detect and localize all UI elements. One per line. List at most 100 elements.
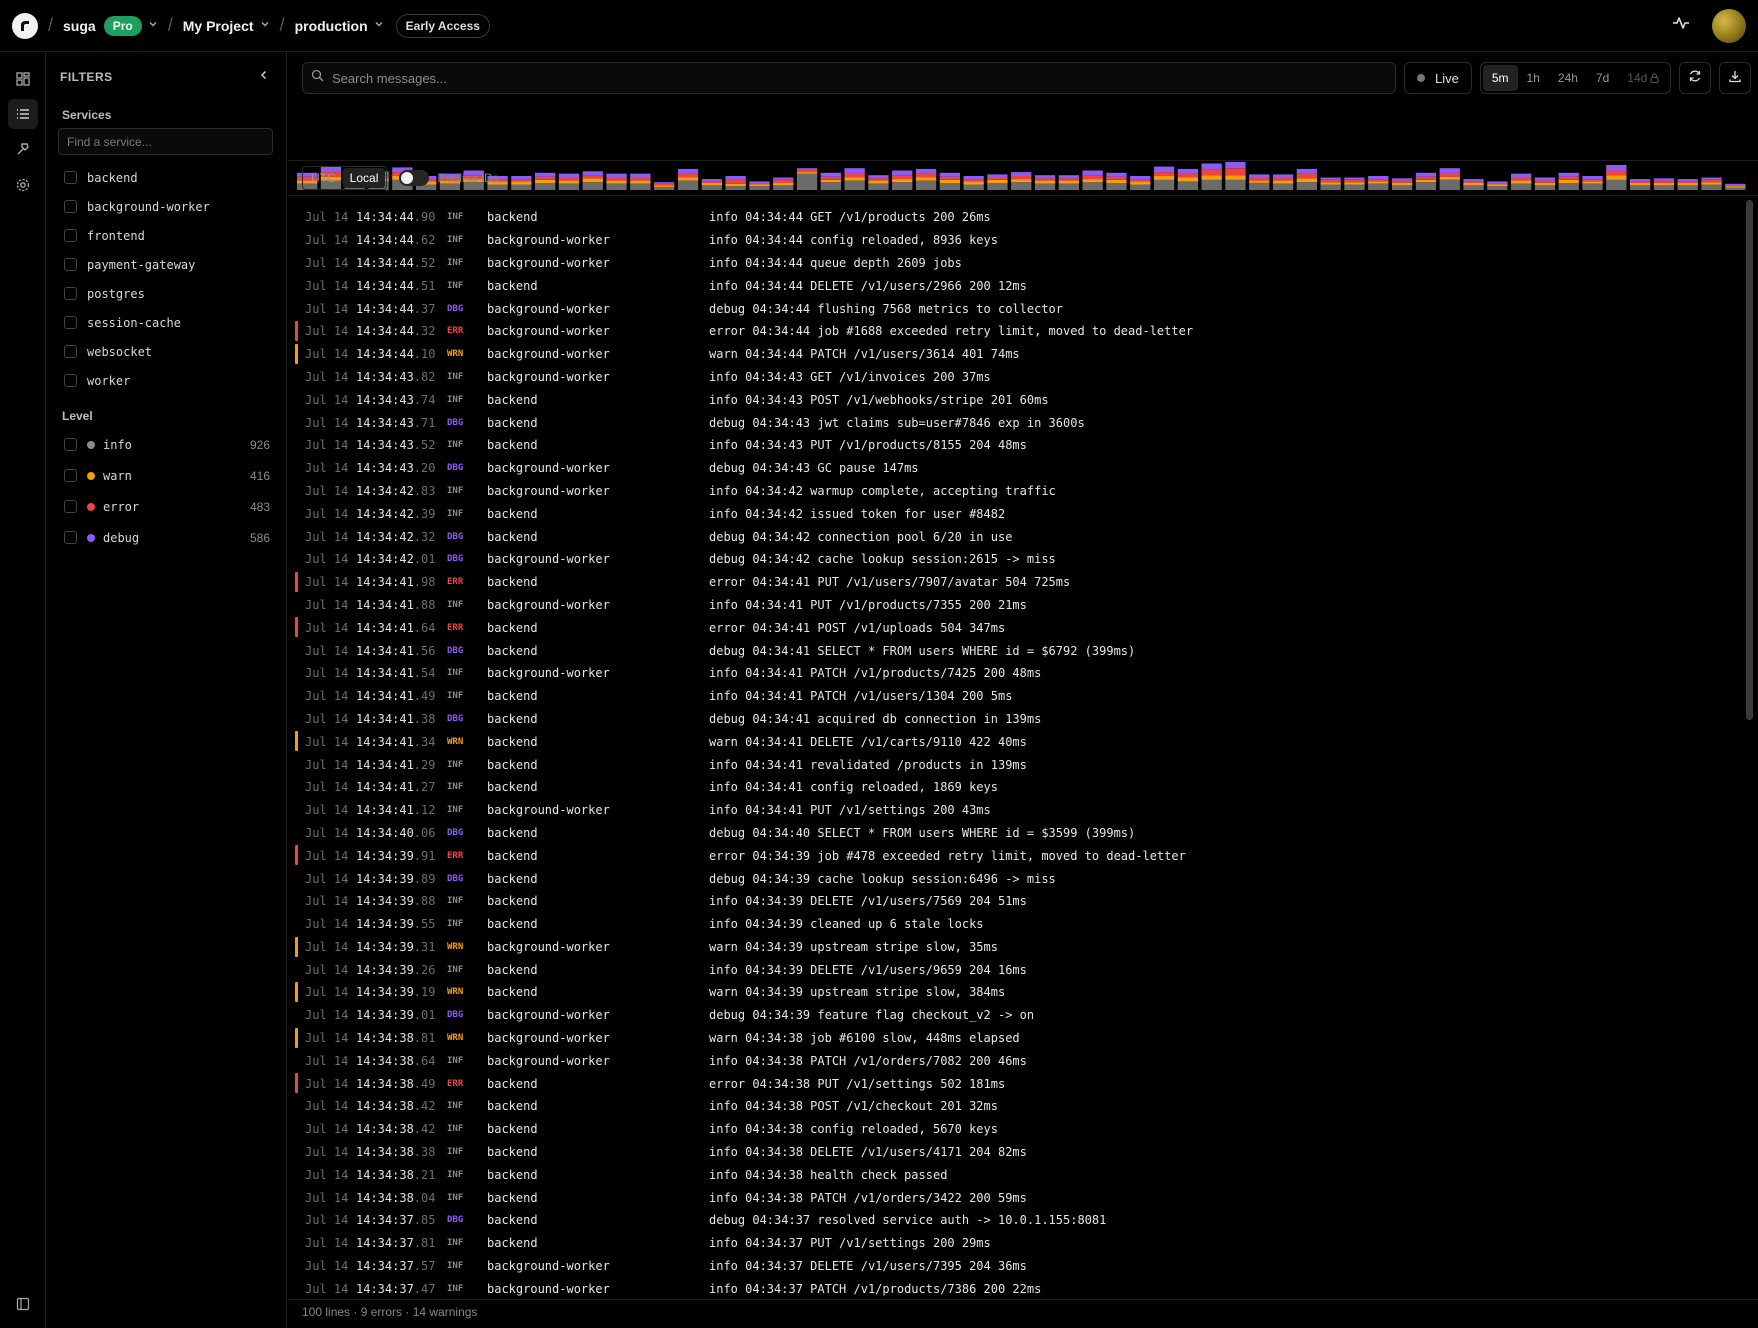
- histogram-bar-error[interactable]: [868, 178, 889, 181]
- histogram-bar-error[interactable]: [1177, 173, 1198, 178]
- service-filter-item[interactable]: frontend: [58, 221, 274, 250]
- histogram-bar-error[interactable]: [606, 177, 627, 181]
- checkbox[interactable]: [64, 438, 77, 451]
- histogram-bar-info[interactable]: [1034, 183, 1056, 190]
- histogram-bar-debug[interactable]: [1011, 172, 1032, 176]
- histogram-bar-info[interactable]: [1653, 185, 1675, 190]
- histogram-bar-warn[interactable]: [1153, 176, 1175, 180]
- histogram-bar-warn[interactable]: [915, 177, 937, 181]
- checkbox[interactable]: [64, 469, 77, 482]
- histogram-bar-debug[interactable]: [511, 176, 532, 180]
- histogram-bar-info[interactable]: [1153, 179, 1175, 190]
- histogram-bar-debug[interactable]: [1487, 181, 1508, 183]
- histogram-bar-warn[interactable]: [606, 180, 627, 184]
- histogram-bar-warn[interactable]: [1106, 179, 1127, 183]
- histogram-bar-warn[interactable]: [1058, 180, 1079, 184]
- log-row[interactable]: Jul 14 14:34:38.42 INF backend info 04:34:38…: [288, 1095, 1744, 1118]
- histogram-bar-debug[interactable]: [582, 171, 603, 176]
- histogram-bar-debug[interactable]: [606, 173, 627, 178]
- range-1h[interactable]: 1h: [1518, 65, 1549, 91]
- histogram-bar-debug[interactable]: [773, 177, 794, 180]
- checkbox[interactable]: [64, 345, 77, 358]
- histogram-bar-info[interactable]: [1487, 186, 1508, 190]
- histogram-bar-error[interactable]: [773, 179, 794, 183]
- histogram-bar-warn[interactable]: [1653, 183, 1675, 186]
- histogram-bar-warn[interactable]: [1177, 177, 1198, 182]
- log-row[interactable]: Jul 14 14:34:44.90 INF backend info 04:34:44…: [288, 206, 1744, 229]
- histogram-bar-info[interactable]: [1368, 183, 1389, 190]
- histogram-bar-debug[interactable]: [1415, 172, 1437, 177]
- histogram-bar-info[interactable]: [535, 183, 556, 190]
- histogram-bar-debug[interactable]: [749, 181, 770, 183]
- histogram-bar-error[interactable]: [1511, 177, 1532, 181]
- app-logo-icon[interactable]: [12, 12, 38, 39]
- histogram-bar-error[interactable]: [1368, 179, 1389, 182]
- service-filter-item[interactable]: session-cache: [58, 308, 274, 337]
- histogram-bar-debug[interactable]: [796, 168, 818, 170]
- histogram-bar-error[interactable]: [1677, 181, 1698, 183]
- log-row[interactable]: Jul 14 14:34:44.62 INF background-worker inf…: [288, 229, 1744, 252]
- histogram-bar-error[interactable]: [1058, 178, 1079, 181]
- hammer-icon[interactable]: [8, 134, 38, 164]
- checkbox[interactable]: [64, 171, 77, 184]
- histogram-bar-info[interactable]: [1606, 179, 1627, 190]
- logs-list-icon[interactable]: [8, 99, 38, 129]
- histogram-bar-info[interactable]: [1511, 183, 1532, 190]
- histogram-bar-warn[interactable]: [630, 180, 651, 184]
- histogram-bar-debug[interactable]: [915, 168, 937, 174]
- histogram-bar-error[interactable]: [1439, 172, 1460, 177]
- histogram-bar-error[interactable]: [1249, 177, 1270, 181]
- histogram-bar-warn[interactable]: [654, 185, 675, 187]
- histogram-bar-error[interactable]: [1130, 179, 1151, 182]
- checkbox[interactable]: [64, 500, 77, 513]
- log-row[interactable]: Jul 14 14:34:37.57 INF background-worker inf…: [288, 1255, 1744, 1278]
- histogram-bar-error[interactable]: [1272, 177, 1294, 181]
- histogram-bar-error[interactable]: [1225, 168, 1246, 176]
- replica-ids-toggle[interactable]: [399, 170, 430, 186]
- histogram-bar-debug[interactable]: [1534, 177, 1556, 181]
- histogram-bar-warn[interactable]: [1011, 179, 1032, 183]
- histogram-bar-info[interactable]: [1130, 184, 1151, 191]
- histogram-bar-warn[interactable]: [1463, 183, 1484, 186]
- histogram-bar-error[interactable]: [1415, 176, 1437, 180]
- histogram-bar-error[interactable]: [1534, 180, 1556, 183]
- histogram-bar-info[interactable]: [1630, 185, 1651, 190]
- histogram-bar-warn[interactable]: [844, 177, 865, 181]
- message-search[interactable]: [302, 62, 1396, 94]
- histogram-bar-error[interactable]: [939, 176, 960, 180]
- histogram-bar-debug[interactable]: [1130, 176, 1151, 180]
- histogram-bar-warn[interactable]: [749, 184, 770, 187]
- log-row[interactable]: Jul 14 14:34:39.31 WRN background-worker war…: [288, 936, 1744, 959]
- histogram-bar-debug[interactable]: [1106, 172, 1127, 177]
- range-7d[interactable]: 7d: [1587, 65, 1618, 91]
- histogram-bar-warn[interactable]: [1249, 180, 1270, 183]
- level-filter-item[interactable]: error 483: [58, 491, 274, 522]
- chevron-left-icon[interactable]: [258, 68, 270, 86]
- histogram-bar-error[interactable]: [701, 181, 722, 183]
- histogram-bar-info[interactable]: [1106, 183, 1127, 190]
- histogram-bar-info[interactable]: [1725, 187, 1746, 190]
- log-row[interactable]: Jul 14 14:34:39.55 INF backend info 04:34:39…: [288, 913, 1744, 936]
- histogram-bar-error[interactable]: [1463, 181, 1484, 183]
- histogram-bar-debug[interactable]: [725, 176, 746, 180]
- histogram-bar-info[interactable]: [963, 184, 984, 191]
- service-filter-item[interactable]: postgres: [58, 279, 274, 308]
- log-row[interactable]: Jul 14 14:34:38.42 INF backend info 04:34:38…: [288, 1118, 1744, 1141]
- log-row[interactable]: Jul 14 14:34:43.82 INF background-worker inf…: [288, 366, 1744, 389]
- checkbox[interactable]: [64, 200, 77, 213]
- service-filter-item[interactable]: backend: [58, 163, 274, 192]
- log-row[interactable]: Jul 14 14:34:39.89 DBG backend debug 04:34:3…: [288, 867, 1744, 890]
- environment-switcher[interactable]: production: [295, 18, 384, 34]
- histogram-bar-debug[interactable]: [558, 173, 580, 178]
- histogram-bar-error[interactable]: [511, 179, 532, 182]
- histogram-bar-warn[interactable]: [1725, 186, 1746, 188]
- log-row[interactable]: Jul 14 14:34:43.74 INF backend info 04:34:43…: [288, 388, 1744, 411]
- histogram-bar-error[interactable]: [820, 176, 841, 180]
- histogram-bar-info[interactable]: [582, 182, 603, 190]
- histogram-bar-error[interactable]: [1630, 181, 1651, 183]
- histogram-bar-error[interactable]: [1153, 172, 1175, 176]
- service-filter-item[interactable]: background-worker: [58, 192, 274, 221]
- histogram-bar-error[interactable]: [915, 173, 937, 178]
- histogram-bar-debug[interactable]: [1296, 168, 1317, 174]
- download-button[interactable]: [1719, 62, 1752, 94]
